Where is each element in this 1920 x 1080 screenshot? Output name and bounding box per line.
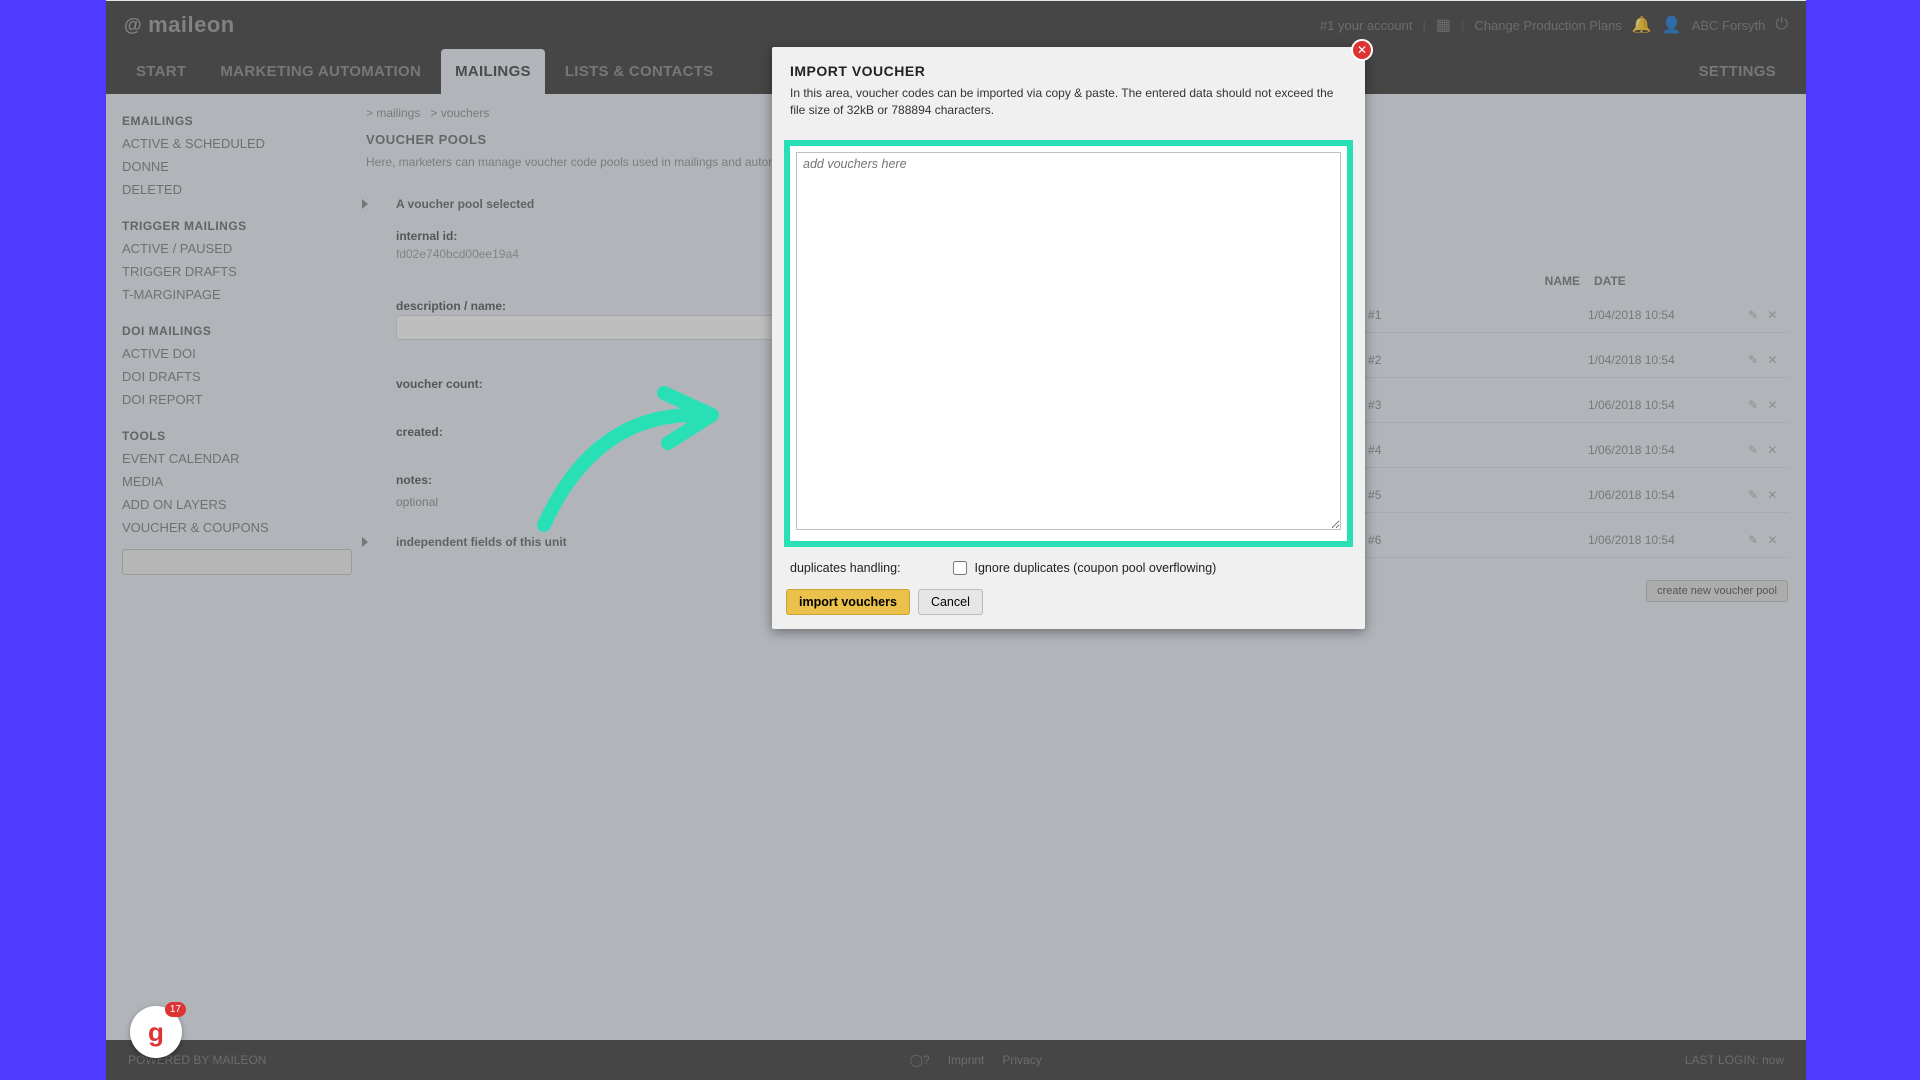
side-link-media[interactable]: MEDIA — [122, 474, 340, 489]
account-select[interactable] — [122, 549, 352, 575]
bell-icon[interactable]: 🔔 — [1632, 15, 1652, 35]
close-icon[interactable]: ✕ — [1351, 39, 1373, 61]
widget-badge: 17 — [165, 1002, 186, 1017]
side-link-active[interactable]: ACTIVE & SCHEDULED — [122, 136, 340, 151]
import-button[interactable]: import vouchers — [786, 589, 910, 615]
side-link-tdrafts[interactable]: TRIGGER DRAFTS — [122, 264, 340, 279]
footer-help-icon[interactable]: ◯? — [910, 1053, 930, 1067]
indep-title: independent fields of this unit — [396, 535, 567, 549]
side-link-deleted[interactable]: DELETED — [122, 182, 340, 197]
side-link-vouchers[interactable]: VOUCHER & COUPONS — [122, 520, 340, 535]
lbl-notes: notes: — [396, 473, 432, 487]
duplicates-label: duplicates handling: — [790, 561, 901, 575]
side-head-trigger: TRIGGER MAILINGS — [122, 219, 340, 233]
lbl-name: description / name: — [396, 299, 506, 313]
side-head-tools: TOOLS — [122, 429, 340, 443]
dialog-description: In this area, voucher codes can be impor… — [790, 85, 1347, 120]
sidebar: EMAILINGS ACTIVE & SCHEDULED DONNE DELET… — [106, 94, 356, 595]
logout-icon[interactable]: ⏻ — [1775, 16, 1788, 34]
import-voucher-dialog: ✕ IMPORT VOUCHER In this area, voucher c… — [772, 47, 1365, 629]
profile-name[interactable]: ABC Forsyth — [1692, 18, 1766, 33]
brand-name: maileon — [148, 12, 235, 38]
plan-link[interactable]: Change Production Plans — [1474, 18, 1621, 33]
side-link-calendar[interactable]: EVENT CALENDAR — [122, 451, 340, 466]
footer-bar: POWERED BY MAILEON ◯? Imprint Privacy LA… — [106, 1040, 1806, 1080]
cancel-button[interactable]: Cancel — [918, 589, 983, 615]
support-widget[interactable]: g 17 — [130, 1006, 182, 1058]
nav-start[interactable]: START — [122, 49, 200, 94]
nav-automation[interactable]: MARKETING AUTOMATION — [206, 49, 435, 94]
side-head-doi: DOI MAILINGS — [122, 324, 340, 338]
calendar-icon[interactable]: ▦ — [1436, 15, 1451, 35]
val-id: fd02e740bcd00ee19a4 — [396, 247, 519, 261]
nav-settings[interactable]: SETTINGS — [1685, 49, 1790, 94]
user-icon[interactable]: 👤 — [1662, 15, 1682, 35]
separator: | — [1422, 18, 1425, 33]
side-link-addons[interactable]: ADD ON LAYERS — [122, 497, 340, 512]
lbl-count: voucher count: — [396, 377, 483, 391]
nav-mailings[interactable]: MAILINGS — [441, 49, 545, 94]
account-number: #1 your account — [1320, 18, 1413, 33]
footer-privacy[interactable]: Privacy — [1002, 1053, 1041, 1067]
lbl-created: created: — [396, 425, 443, 439]
brand-icon: @ — [124, 15, 142, 36]
topbar: @ maileon #1 your account | ▦ | Change P… — [106, 1, 1806, 49]
col-name[interactable]: NAME — [1545, 274, 1580, 288]
footer-right: LAST LOGIN: now — [1685, 1053, 1784, 1067]
side-link-ddrafts[interactable]: DOI DRAFTS — [122, 369, 340, 384]
duplicates-checkbox[interactable] — [953, 561, 967, 575]
side-link-done[interactable]: DONNE — [122, 159, 340, 174]
side-link-dreport[interactable]: DOI REPORT — [122, 392, 340, 407]
nav-lists[interactable]: LISTS & CONTACTS — [551, 49, 728, 94]
create-button[interactable]: create new voucher pool — [1646, 580, 1788, 602]
widget-logo-icon: g — [148, 1017, 164, 1048]
side-link-tactive[interactable]: ACTIVE / PAUSED — [122, 241, 340, 256]
duplicates-option[interactable]: Ignore duplicates (coupon pool overflowi… — [953, 561, 1217, 575]
brand-logo: @ maileon — [124, 12, 235, 38]
col-date[interactable]: DATE — [1594, 274, 1744, 288]
voucher-textarea[interactable] — [796, 152, 1341, 530]
textarea-highlight-frame — [784, 140, 1353, 547]
lbl-id: internal id: — [396, 229, 457, 243]
expand-icon[interactable] — [362, 537, 372, 547]
footer-imprint[interactable]: Imprint — [948, 1053, 985, 1067]
separator: | — [1461, 18, 1464, 33]
dialog-title: IMPORT VOUCHER — [790, 63, 1347, 79]
side-link-tmargin[interactable]: T-MARGINPAGE — [122, 287, 340, 302]
side-head-emailings: EMAILINGS — [122, 114, 340, 128]
expand-icon[interactable] — [362, 199, 372, 209]
side-link-dactive[interactable]: ACTIVE DOI — [122, 346, 340, 361]
